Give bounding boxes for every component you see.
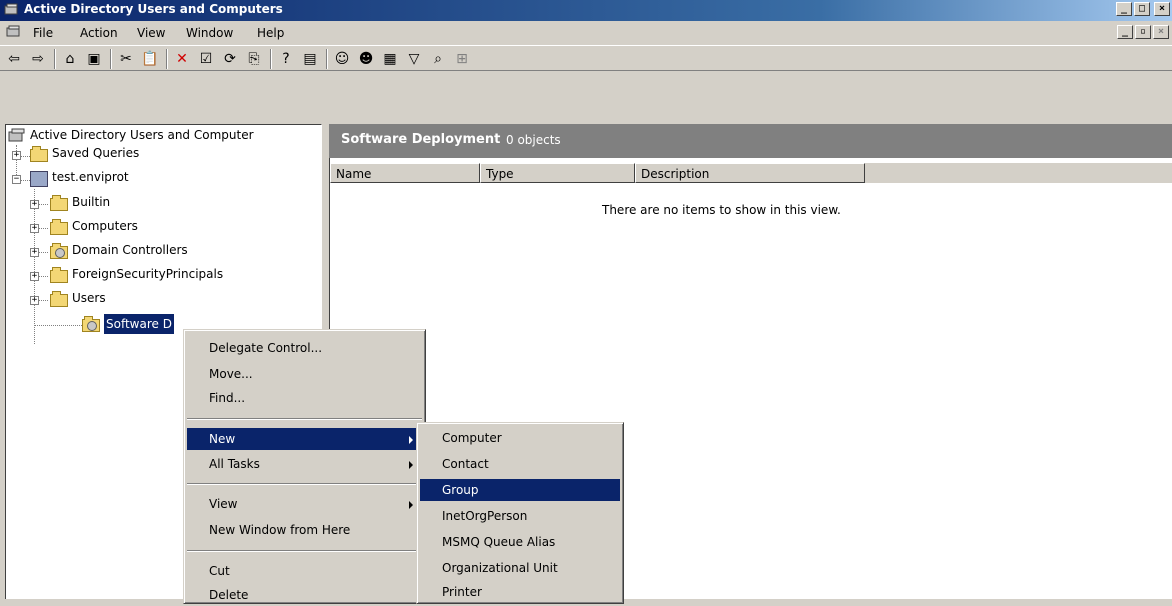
menu-view[interactable]: View <box>137 26 165 40</box>
new-ou-icon[interactable]: ▦ <box>380 49 400 69</box>
console-icon[interactable]: ▤ <box>300 49 320 69</box>
column-header-name[interactable]: Name <box>330 163 480 183</box>
empty-view-message: There are no items to show in this view. <box>602 203 841 217</box>
tree-item-software-deployment[interactable]: Software D <box>104 314 174 334</box>
tree-item-computers[interactable]: Computers <box>72 216 138 236</box>
new-group-icon[interactable]: ☻ <box>356 49 376 69</box>
menu-item-all-tasks[interactable]: All Tasks <box>187 453 422 475</box>
menu-bar: File Action View Window Help <box>0 21 1172 44</box>
ou-icon <box>50 243 68 259</box>
delete-icon[interactable]: ✕ <box>172 49 192 69</box>
snapin-root-icon <box>8 128 25 142</box>
menu-item-delegate-control[interactable]: Delegate Control... <box>187 337 422 359</box>
toolbar: ⇦ ⇨ ⌂ ▣ ✂ 📋 ✕ ☑ ⟳ ⎘ ? ▤ ☺ ☻ ▦ ▽ ⌕ ⊞ <box>0 45 1172 71</box>
title-bar[interactable]: Active Directory Users and Computers _ □… <box>0 0 1172 21</box>
ou-icon <box>82 316 100 332</box>
results-header: Software Deployment 0 objects <box>329 124 1172 158</box>
tree-item-foreign-security-principals[interactable]: ForeignSecurityPrincipals <box>72 264 223 284</box>
menu-item-new[interactable]: New <box>187 428 422 450</box>
folder-icon <box>50 219 68 235</box>
tree-root[interactable]: Active Directory Users and Computer <box>30 125 254 145</box>
refresh-icon[interactable]: ⟳ <box>220 49 240 69</box>
back-icon[interactable]: ⇦ <box>4 49 24 69</box>
folder-icon <box>50 195 68 211</box>
expand-foreign-security-principals[interactable]: + <box>30 272 39 281</box>
submenu-item-contact[interactable]: Contact <box>420 453 620 475</box>
find-icon[interactable]: ⌕ <box>428 49 448 69</box>
column-header-description[interactable]: Description <box>635 163 865 183</box>
properties-icon[interactable]: ☑ <box>196 49 216 69</box>
submenu-arrow-icon <box>409 501 413 509</box>
menu-window[interactable]: Window <box>186 26 233 40</box>
menu-item-cut[interactable]: Cut <box>187 560 422 582</box>
tree-item-saved-queries[interactable]: Saved Queries <box>52 143 139 163</box>
maximize-button[interactable]: □ <box>1134 2 1150 16</box>
expand-saved-queries[interactable]: + <box>12 151 21 160</box>
mdi-buttons: _ ▫ × <box>1115 25 1169 39</box>
window-title: Active Directory Users and Computers <box>24 2 283 16</box>
console-menu-icon[interactable] <box>6 25 22 39</box>
expand-computers[interactable]: + <box>30 224 39 233</box>
results-title: Software Deployment <box>341 132 501 147</box>
column-header-type[interactable]: Type <box>480 163 635 183</box>
folder-icon <box>30 146 48 162</box>
export-list-icon[interactable]: ⎘ <box>244 49 264 69</box>
menu-item-view[interactable]: View <box>187 493 422 515</box>
tree-item-domain-controllers[interactable]: Domain Controllers <box>72 240 188 260</box>
menu-help[interactable]: Help <box>257 26 284 40</box>
new-submenu: Computer Contact Group InetOrgPerson MSM… <box>416 422 624 604</box>
column-headers: Name Type Description <box>330 163 1172 183</box>
collapse-domain[interactable]: − <box>12 175 21 184</box>
up-folder-icon[interactable]: ⌂ <box>60 49 80 69</box>
submenu-arrow-icon <box>409 436 413 444</box>
show-hide-tree-icon[interactable]: ▣ <box>84 49 104 69</box>
paste-icon[interactable]: 📋 <box>140 49 160 69</box>
child-close-button[interactable]: × <box>1153 25 1169 39</box>
expand-builtin[interactable]: + <box>30 200 39 209</box>
menu-item-delete[interactable]: Delete <box>187 584 422 606</box>
submenu-arrow-icon <box>409 461 413 469</box>
tree-item-builtin[interactable]: Builtin <box>72 192 110 212</box>
submenu-item-computer[interactable]: Computer <box>420 427 620 449</box>
add-to-group-icon[interactable]: ⊞ <box>452 49 472 69</box>
domain-icon <box>30 171 48 187</box>
submenu-item-msmq-queue-alias[interactable]: MSMQ Queue Alias <box>420 531 620 553</box>
menu-item-find[interactable]: Find... <box>187 387 422 409</box>
results-count: 0 objects <box>506 133 561 147</box>
child-minimize-button[interactable]: _ <box>1117 25 1133 39</box>
filter-icon[interactable]: ▽ <box>404 49 424 69</box>
help-icon[interactable]: ? <box>276 49 296 69</box>
menu-item-move[interactable]: Move... <box>187 363 422 385</box>
menu-file[interactable]: File <box>33 26 53 40</box>
tree-item-users[interactable]: Users <box>72 288 106 308</box>
submenu-item-inetorgperson[interactable]: InetOrgPerson <box>420 505 620 527</box>
expand-users[interactable]: + <box>30 296 39 305</box>
cut-icon[interactable]: ✂ <box>116 49 136 69</box>
app-icon <box>4 3 18 15</box>
tree-item-domain[interactable]: test.enviprot <box>52 167 129 187</box>
folder-icon <box>50 267 68 283</box>
menu-item-new-window-from-here[interactable]: New Window from Here <box>187 519 422 541</box>
forward-icon[interactable]: ⇨ <box>28 49 48 69</box>
context-menu: Delegate Control... Move... Find... New … <box>183 329 426 604</box>
close-button[interactable]: × <box>1154 2 1170 16</box>
submenu-item-printer[interactable]: Printer <box>420 581 620 603</box>
submenu-item-organizational-unit[interactable]: Organizational Unit <box>420 557 620 579</box>
menu-action[interactable]: Action <box>80 26 118 40</box>
new-user-icon[interactable]: ☺ <box>332 49 352 69</box>
folder-icon <box>50 291 68 307</box>
submenu-item-group[interactable]: Group <box>420 479 620 501</box>
expand-domain-controllers[interactable]: + <box>30 248 39 257</box>
child-restore-button[interactable]: ▫ <box>1135 25 1151 39</box>
minimize-button[interactable]: _ <box>1116 2 1132 16</box>
